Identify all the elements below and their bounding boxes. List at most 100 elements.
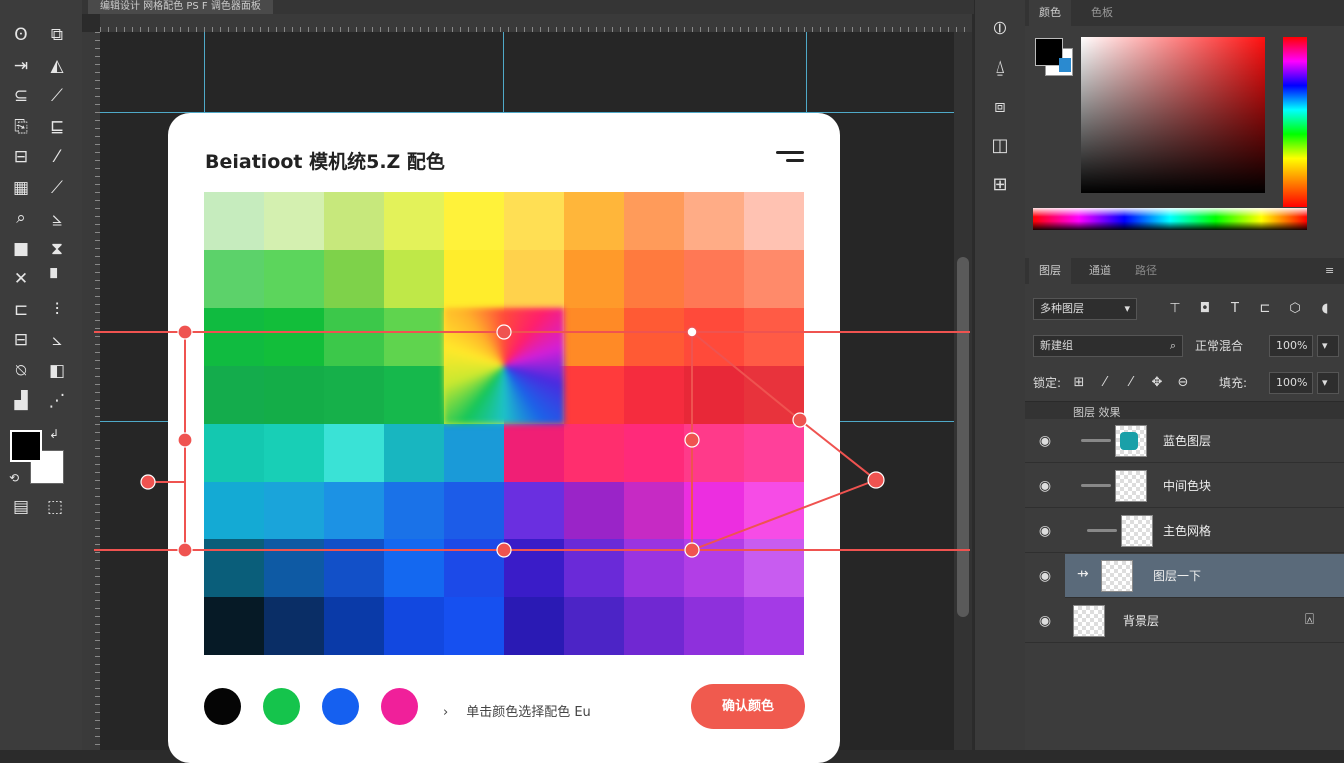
palette-cell[interactable] [744,365,804,425]
palette-cell[interactable] [324,307,385,367]
palette-cell[interactable] [444,597,505,655]
stamp-tool-icon[interactable]: ⎘ [8,114,34,140]
palette-cell[interactable] [384,539,445,599]
palette-cell[interactable] [264,249,325,309]
color-swatch-dot[interactable] [322,688,359,725]
lock-option-icon[interactable]: ✥ [1147,373,1167,393]
color-spectrum-bar[interactable] [1033,208,1307,230]
palette-cell[interactable] [504,539,565,599]
palette-cell[interactable] [384,249,445,309]
palette-cell[interactable] [744,192,804,251]
palette-cell[interactable] [384,307,445,367]
palette-cell[interactable] [564,192,625,251]
rectangle-tool-icon[interactable]: ■ [8,236,34,262]
palette-cell[interactable] [204,539,265,599]
palette-cell[interactable] [324,597,385,655]
crop-tool-icon[interactable]: ⧉ [44,22,70,48]
palette-cell[interactable] [384,192,445,251]
palette-cell[interactable] [684,192,745,251]
palette-cell[interactable] [624,365,685,425]
palette-cell[interactable] [744,423,804,483]
eye-icon[interactable]: ◉ [1035,611,1055,631]
palette-cell[interactable] [624,539,685,599]
palette-cell[interactable] [684,365,745,425]
hamburger-icon[interactable] [776,149,804,165]
opacity-field[interactable]: 100% [1269,335,1313,357]
lock-option-icon[interactable]: ⊖ [1173,373,1193,393]
palette-cell[interactable] [264,423,325,483]
palette-cell[interactable] [204,481,265,541]
palette-cell[interactable] [624,597,685,655]
eye-icon[interactable]: ◉ [1035,476,1055,496]
select-tool-icon[interactable]: ⊏ [8,297,34,323]
hand-tool-icon[interactable]: ⧗ [44,236,70,262]
palette-cell[interactable] [324,539,385,599]
palette-cell[interactable] [204,249,265,309]
palette-cell[interactable] [444,539,505,599]
text-tool-icon[interactable]: ⊟ [8,327,34,353]
history-panel-button[interactable]: ⦶ [985,14,1015,44]
measure-tool-icon[interactable]: ⫶ [44,297,70,323]
palette-cell[interactable] [504,192,565,251]
palette-cell[interactable] [624,249,685,309]
palette-cell[interactable] [564,307,625,367]
palette-cell[interactable] [264,481,325,541]
reset-colors-icon[interactable]: ⟲ [6,470,22,486]
palette-cell[interactable] [384,481,445,541]
layer-row[interactable]: ◉ 主色网格 [1025,509,1344,553]
palette-cell[interactable] [384,365,445,425]
sponge-tool-icon[interactable]: ▟ [8,388,34,414]
swap-colors-icon[interactable]: ↲ [46,426,62,442]
layer-filter-select[interactable]: 多种图层 ▾ [1033,298,1137,320]
palette-cell[interactable] [324,192,385,251]
layer-row[interactable]: ◉ 蓝色图层 [1025,419,1344,463]
palette-cell[interactable] [264,597,325,655]
foreground-color-swatch[interactable] [10,430,42,462]
palette-cell[interactable] [324,249,385,309]
palette-cell[interactable] [444,423,505,483]
blur-tool-icon[interactable]: ◧ [44,358,70,384]
palette-cell[interactable] [504,597,565,655]
palette-cell[interactable] [684,481,745,541]
panel-menu-icon[interactable]: ≡ [1315,258,1344,284]
color-swatch-dot[interactable] [263,688,300,725]
palette-cell[interactable] [204,307,265,367]
smudge-tool-icon[interactable]: ⦥ [44,205,70,231]
palette-cell[interactable] [204,192,265,251]
healing-tool-icon[interactable]: ⊑ [44,114,70,140]
palette-cell[interactable] [684,423,745,483]
palette-cell[interactable] [204,365,265,425]
layer-filter-icon[interactable]: ◘ [1195,299,1215,319]
eye-icon[interactable]: ◉ [1035,431,1055,451]
layer-filter-icon[interactable]: ◖ [1315,299,1335,319]
palette-cell[interactable] [684,597,745,655]
palette-cell[interactable] [624,192,685,251]
palette-cell[interactable] [504,481,565,541]
note-tool-icon[interactable]: ▘ [44,266,70,292]
layer-row[interactable]: ◉ ⇸ 图层一下 [1039,554,1344,598]
palette-cell[interactable] [564,539,625,599]
layer-row[interactable]: ◉ 背景层 ⍓ [1025,599,1344,643]
adjustments-panel-button[interactable]: ⧈ [985,92,1015,122]
properties-panel-button[interactable]: ⍙ [985,53,1015,83]
palette-cell[interactable] [384,423,445,483]
palette-cell[interactable] [564,423,625,483]
info-panel-button[interactable]: ◫ [985,131,1015,161]
zoom-tool-icon[interactable]: ⋰ [44,388,70,414]
confirm-color-button[interactable]: 确认颜色 [691,684,805,729]
pen-tool-icon[interactable]: ⁄ [44,144,70,170]
palette-cell[interactable] [744,249,804,309]
hue-slider[interactable] [1283,37,1307,207]
lasso-tool-icon[interactable]: ʘ [8,22,34,48]
palette-cell[interactable] [444,192,505,251]
vertical-ruler[interactable] [82,32,100,750]
fill-field[interactable]: 100% [1269,372,1313,394]
path-tool-icon[interactable]: ⊆ [8,83,34,109]
lock-option-icon[interactable]: ⁄ [1121,373,1141,393]
lock-option-icon[interactable]: ⊞ [1069,373,1089,393]
tab-channels[interactable]: 通道 [1079,258,1121,284]
palette-cell[interactable] [564,597,625,655]
palette-cell[interactable] [744,307,804,367]
scrollbar-thumb[interactable] [957,257,969,617]
document-tab[interactable]: 编辑设计 网格配色 PS F 调色器面板 [88,0,273,14]
